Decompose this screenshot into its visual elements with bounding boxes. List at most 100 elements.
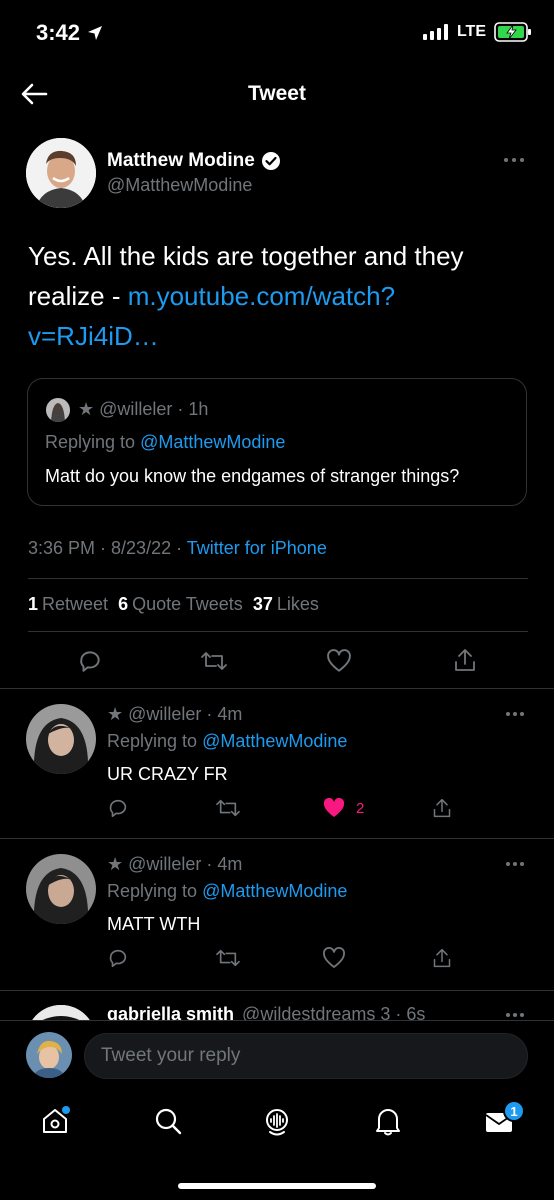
reply-text: UR CRAZY FR [107,764,228,784]
author-handle[interactable]: @MatthewModine [107,175,281,196]
more-dots-icon [504,158,524,162]
retweets-stat[interactable]: 1 Retweet [28,594,108,615]
reply-author-name[interactable]: gabriella smith [107,1004,234,1020]
reply-more-button[interactable] [504,708,526,720]
status-time: 3:42 [36,20,104,46]
more-options-button[interactable] [502,152,526,168]
verified-badge-icon [261,152,280,170]
quoted-replying-prefix: Replying to [45,432,141,452]
reply-replying-prefix: Replying to [107,881,203,901]
page-title: Tweet [248,82,306,105]
quotes-label: Quote Tweets [132,594,243,614]
reply-more-button[interactable] [504,1009,526,1020]
quoted-tweet[interactable]: ★ @willeler · 1h Replying to @MatthewMod… [27,378,527,506]
share-icon [433,798,451,818]
reply-replying-prefix: Replying to [107,731,203,751]
location-arrow-icon [88,26,103,40]
battery-charging-icon [494,22,531,42]
reply-replying-handle[interactable]: @MatthewModine [202,881,347,901]
retweet-icon [216,799,240,817]
reply-button[interactable] [76,647,104,675]
author-name-row[interactable]: Matthew Modine [107,150,281,172]
reply-text: MATT WTH [107,914,201,934]
reply-like-button[interactable]: 2 [322,797,364,819]
reply-avatar[interactable] [26,704,96,774]
divider [0,1020,554,1021]
reply-avatar[interactable] [26,1005,96,1020]
quotes-count: 6 [118,594,129,614]
reply-retweet-button[interactable] [215,947,241,969]
reply-reply-button[interactable] [107,947,129,969]
reply-avatar[interactable] [26,854,96,924]
reply-partial[interactable]: gabriella smith @wildestdreams 3 · 6s [0,991,554,1020]
home-indicator[interactable] [178,1183,376,1189]
quoted-avatar [46,398,70,422]
heart-icon [323,947,345,968]
bell-icon [376,1109,400,1136]
tweet-link-part2[interactable]: v=RJi4iD… [28,321,159,351]
status-time-text: 3:42 [36,20,81,45]
reply-share-button[interactable] [431,946,453,970]
author-block: Matthew Modine @MatthewModine [107,150,281,196]
more-dots-icon [506,862,524,866]
reply-replying: Replying to @MatthewModine [107,881,347,902]
retweet-icon [201,652,227,670]
reply-replying-handle[interactable]: @MatthewModine [202,731,347,751]
reply-icon [109,949,127,968]
reply-reply-button[interactable] [107,797,129,819]
divider [28,578,528,579]
author-name[interactable]: Matthew Modine [107,150,255,172]
composer-placeholder: Tweet your reply [101,1045,241,1066]
like-button[interactable] [325,647,353,675]
tweet-link-part1[interactable]: m.youtube.com/watch? [128,281,395,311]
timestamp-text: 3:36 PM · 8/23/22 · [28,538,187,558]
tweet-text: Yes. All the kids are together and they … [28,236,528,356]
quoted-meta: ★ @willeler · 1h [78,399,209,419]
divider [0,688,554,689]
tweet-stats: 1 Retweet 6 Quote Tweets 37 Likes [28,594,329,615]
more-dots-icon [506,712,524,716]
reply-share-button[interactable] [431,796,453,820]
reply-icon [80,651,100,672]
quoted-replying: Replying to @MatthewModine [45,432,285,453]
retweet-button[interactable] [200,647,228,675]
search-icon [155,1108,182,1135]
messages-badge: 1 [503,1100,525,1122]
reply-meta[interactable]: ★ @willeler · 4m [107,704,242,725]
quoted-text: Matt do you know the endgames of strange… [45,466,460,486]
heart-icon [327,649,351,672]
share-icon [455,649,475,671]
home-icon [43,1106,70,1133]
spaces-icon [266,1109,288,1136]
status-indicators: LTE [422,22,532,42]
tweet-timestamp: 3:36 PM · 8/23/22 · Twitter for iPhone [28,538,327,559]
tab-notifications[interactable] [371,1104,405,1138]
reply-meta[interactable]: @wildestdreams 3 · 6s [242,1004,425,1020]
divider [0,838,554,839]
signal-icon [422,24,448,40]
reply-meta[interactable]: ★ @willeler · 4m [107,854,242,875]
divider [28,631,528,632]
reply-icon [109,799,127,818]
retweets-label: Retweet [42,594,109,614]
my-avatar[interactable] [26,1032,72,1078]
quoted-replying-handle[interactable]: @MatthewModine [140,432,285,452]
retweet-icon [216,949,240,967]
author-avatar[interactable] [26,138,96,208]
network-label: LTE [456,23,486,40]
reply-more-button[interactable] [504,858,526,870]
quotes-stat[interactable]: 6 Quote Tweets [118,594,243,615]
reply-like-count: 2 [356,799,365,817]
tab-home[interactable] [38,1104,72,1138]
likes-stat[interactable]: 37 Likes [253,594,319,615]
likes-label: Likes [276,594,319,614]
share-icon [433,948,451,968]
more-dots-icon [506,1013,524,1017]
share-button[interactable] [451,646,479,674]
reply-like-button[interactable] [322,947,346,969]
tab-search[interactable] [151,1104,185,1138]
reply-retweet-button[interactable] [215,797,241,819]
tweet-source-link[interactable]: Twitter for iPhone [187,538,327,558]
tab-spaces[interactable] [259,1103,295,1139]
reply-composer-input[interactable]: Tweet your reply [84,1033,528,1079]
